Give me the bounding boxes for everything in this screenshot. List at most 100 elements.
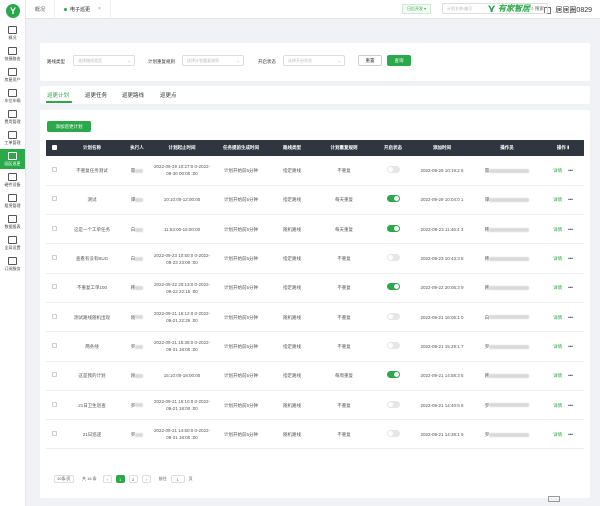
quick-filter-dropdown[interactable]: 日后开发 ▾ — [402, 4, 432, 14]
more-icon[interactable]: ••• — [568, 403, 573, 408]
goto-page-input[interactable]: 1 — [170, 475, 185, 483]
query-button[interactable]: 查询 — [387, 55, 411, 66]
status-toggle[interactable] — [386, 224, 400, 232]
cell-plan-time: 11:53:00-15:00:00 — [152, 214, 212, 245]
col-plan-time: 计划起止时间 — [152, 140, 212, 156]
repeat-rule-select[interactable]: 选择计划重复规则 ⌄ — [182, 55, 244, 66]
next-page-button[interactable]: › — [141, 475, 151, 483]
detail-link[interactable]: 详情 — [553, 168, 562, 173]
goto-label: 前往 — [158, 476, 167, 481]
route-type-select[interactable]: 选择路线类型 ⌄ — [73, 55, 135, 66]
close-icon[interactable]: × — [98, 6, 101, 12]
tab-patrol-point[interactable]: 巡更点 — [160, 91, 177, 99]
sidebar-item-reports[interactable]: 数据报表 — [0, 212, 25, 232]
detail-link[interactable]: 详情 — [553, 432, 562, 437]
row-checkbox[interactable] — [51, 255, 57, 261]
status-toggle[interactable] — [386, 195, 400, 203]
cell-ahead-time: 计划开始前5分钟 — [212, 361, 270, 391]
search-button[interactable]: ⌕ 搜索 — [531, 6, 544, 12]
cell-route-type: 随机路线 — [270, 302, 314, 333]
status-toggle[interactable] — [386, 165, 400, 173]
redacted-text — [489, 344, 530, 349]
status-toggle[interactable] — [386, 400, 400, 408]
col-actions: 操作 — [556, 145, 566, 150]
detail-link[interactable]: 详情 — [553, 315, 562, 320]
cell-added-time: 2022-09-23 11:46:4 3 — [412, 214, 472, 245]
sidebar-item-tickets[interactable]: 工单管理 — [0, 128, 25, 148]
status-select[interactable]: 选择开启状态 ⌄ — [283, 55, 345, 66]
tab-e-patrol[interactable]: 电子巡更 × — [55, 0, 111, 19]
route-type-label: 路线类型 — [47, 59, 65, 64]
detail-link[interactable]: 详情 — [553, 344, 562, 349]
detail-link[interactable]: 详情 — [553, 197, 562, 202]
tab-overview[interactable]: 概况 — [26, 0, 56, 19]
more-icon[interactable]: ••• — [568, 197, 573, 202]
column-settings-icon[interactable]: ⫴ — [567, 145, 569, 150]
cell-route-type: 指定路线 — [270, 185, 314, 216]
page-1-button[interactable]: 1 — [115, 475, 125, 483]
reset-button[interactable]: 重置 — [358, 55, 382, 66]
tab-patrol-task[interactable]: 巡更任务 — [85, 91, 107, 99]
row-checkbox[interactable] — [51, 401, 57, 407]
more-icon[interactable]: ••• — [568, 373, 573, 378]
detail-link[interactable]: 详情 — [553, 256, 562, 261]
more-icon[interactable]: ••• — [568, 256, 573, 261]
tab-patrol-plan[interactable]: 巡更计划 — [47, 91, 69, 99]
cell-ahead-time: 计划开始前5分钟 — [212, 273, 270, 303]
row-checkbox[interactable] — [51, 372, 57, 378]
cell-plan-time: 2022-09-21 15:10:0 0-2022-09-21 18:00 :0… — [152, 390, 212, 421]
row-checkbox[interactable] — [51, 225, 57, 231]
detail-link[interactable]: 详情 — [553, 403, 562, 408]
sidebar-item-fees[interactable]: 费用管理 — [0, 107, 25, 127]
status-toggle[interactable] — [386, 312, 400, 320]
select-all-checkbox[interactable] — [51, 145, 57, 150]
status-toggle[interactable] — [386, 283, 400, 291]
sidebar-item-subscription[interactable]: 订阅服务 — [0, 254, 25, 274]
more-icon[interactable]: ••• — [568, 285, 573, 290]
cell-added-time: 2022-09-21 14:40:5 6 — [412, 390, 472, 421]
more-icon[interactable]: ••• — [568, 168, 573, 173]
status-toggle[interactable] — [386, 341, 400, 349]
cell-plan-name: 不重复任务测试 — [62, 156, 122, 186]
page-2-button[interactable]: 2 — [128, 475, 138, 483]
table-body: 不重复任务测试雷 2022-09-29 10:27:0 0-2022-09-30 … — [46, 156, 584, 450]
sidebar-item-patrol[interactable]: 园区巡更 — [0, 149, 25, 169]
row-checkbox[interactable] — [51, 196, 57, 202]
detail-link[interactable]: 详情 — [553, 227, 562, 232]
row-checkbox[interactable] — [51, 430, 57, 436]
col-operator: 操作员 — [472, 140, 542, 156]
sidebar-item-quick-route[interactable]: 快捷路由 — [0, 44, 25, 64]
sidebar-item-settings[interactable]: 全局设置 — [0, 233, 25, 253]
sidebar-item-lease[interactable]: 租赁管理 — [0, 191, 25, 211]
cell-added-time: 2022-09-29 10:04:0 1 — [412, 185, 472, 216]
tab-patrol-route[interactable]: 巡更路线 — [122, 91, 144, 99]
table-header: 计划名称 执行人 计划起止时间 任务提前生成时间 路线类型 计划重复规则 开启状… — [46, 140, 584, 156]
add-plan-button[interactable]: 添加巡更计划 — [47, 121, 91, 132]
more-icon[interactable]: ••• — [568, 315, 573, 320]
more-icon[interactable]: ••• — [568, 227, 573, 232]
sidebar-item-overview[interactable]: 概况 — [0, 23, 25, 43]
table-row: 测试谭 10:10:00-12:00:00 计划开始前5分钟 指定路线 每天重复 2022… — [46, 185, 584, 216]
prev-page-button[interactable]: ‹ — [102, 475, 112, 483]
sidebar-item-house[interactable]: 房屋资产 — [0, 65, 25, 85]
status-toggle[interactable] — [386, 371, 400, 379]
sidebar-item-parking[interactable]: 车位车辆 — [0, 86, 25, 106]
search-input[interactable]: 计划名称/编号 ⌕ 搜索 — [442, 3, 548, 14]
more-icon[interactable]: ••• — [568, 344, 573, 349]
monitor-icon — [8, 25, 17, 34]
detail-link[interactable]: 详情 — [553, 373, 562, 378]
row-checkbox[interactable] — [51, 313, 57, 319]
page-size-select[interactable]: 10条/页 — [54, 475, 74, 483]
row-checkbox[interactable] — [51, 166, 57, 172]
row-checkbox[interactable] — [51, 342, 57, 348]
user-menu[interactable]: 居居圈0829 — [544, 5, 592, 15]
detail-link[interactable]: 详情 — [553, 285, 562, 290]
sidebar-item-devices[interactable]: 硬件设备 — [0, 170, 25, 190]
status-toggle[interactable] — [386, 429, 400, 437]
status-toggle[interactable] — [386, 254, 400, 262]
redacted-text — [489, 286, 530, 291]
plan-table: 计划名称 执行人 计划起止时间 任务提前生成时间 路线类型 计划重复规则 开启状… — [46, 140, 584, 450]
row-checkbox[interactable] — [51, 284, 57, 290]
col-added-time: 添加时间 — [412, 140, 472, 156]
more-icon[interactable]: ••• — [568, 432, 573, 437]
